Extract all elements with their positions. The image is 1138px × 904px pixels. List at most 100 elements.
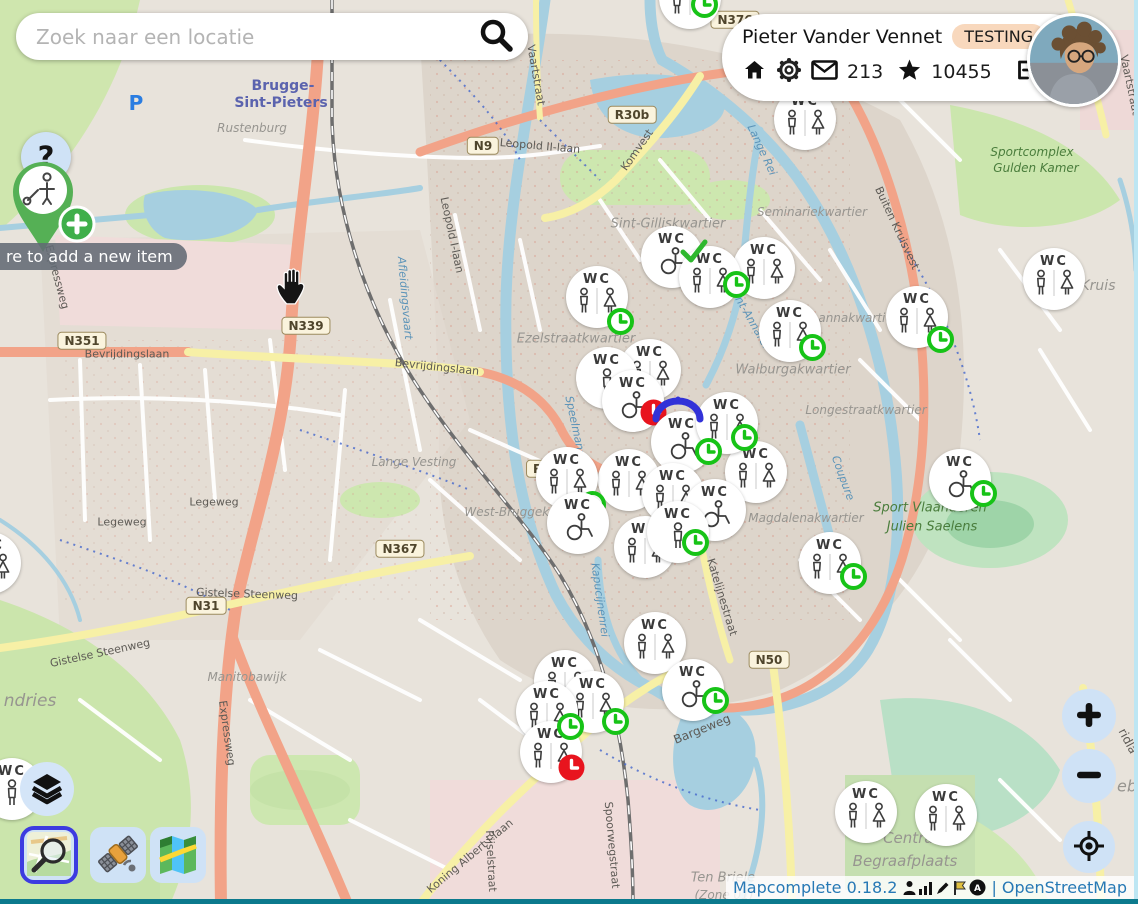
wheelchair-icon	[665, 432, 699, 460]
toilets-pair-icon	[0, 553, 12, 581]
app-version[interactable]: Mapcomplete 0.18.2	[733, 878, 897, 897]
bg-option-osm[interactable]	[20, 826, 78, 884]
road-badge: N50	[749, 651, 790, 669]
marker-label: WC	[619, 377, 647, 390]
toilets-pair-icon	[1032, 269, 1076, 297]
road-badge: N31	[186, 597, 227, 615]
map-marker-toilet[interactable]: WC	[547, 492, 609, 554]
bg-option-map[interactable]	[150, 827, 206, 883]
home-button[interactable]	[742, 58, 767, 85]
map-marker-toilet[interactable]: WC	[759, 300, 821, 362]
attribution-icons[interactable]: A	[902, 879, 986, 896]
edit-icon[interactable]	[935, 880, 951, 896]
marker-label: WC	[553, 454, 581, 467]
envelope-icon	[811, 60, 838, 83]
toilets-pair-icon	[668, 0, 712, 16]
marker-label: WC	[0, 539, 4, 552]
marker-label: WC	[852, 788, 880, 801]
road-badge: R30b	[608, 106, 657, 124]
map-marker-toilet[interactable]: WC	[647, 501, 709, 563]
map-marker-toilet[interactable]: WC	[733, 237, 795, 299]
toilets-pair-icon	[808, 553, 852, 581]
marker-label: WC	[641, 619, 669, 632]
map-marker-toilet[interactable]: WC	[679, 246, 741, 308]
home-icon	[742, 58, 767, 85]
map-marker-toilet[interactable]: WC	[662, 659, 724, 721]
hand-cursor-icon	[274, 266, 310, 306]
marker-label: WC	[658, 233, 686, 246]
folded-map-icon	[156, 832, 200, 879]
marker-label: WC	[533, 688, 561, 701]
marker-label: WC	[583, 273, 611, 286]
road-badge: N9	[467, 137, 499, 155]
toilets-pair-icon	[844, 802, 888, 830]
crosshair-icon	[1072, 829, 1106, 866]
minus-icon	[1073, 759, 1105, 794]
zoom-in-button[interactable]	[1062, 689, 1116, 743]
attribution-separator: |	[991, 878, 996, 897]
marker-label: WC	[696, 253, 724, 266]
road-badge: N367	[375, 540, 424, 558]
avatar[interactable]	[1027, 13, 1121, 107]
search-icon	[478, 17, 514, 56]
map-marker-toilet[interactable]: WC	[915, 784, 977, 846]
zoom-out-button[interactable]	[1062, 749, 1116, 803]
map-marker-toilet[interactable]: WC	[835, 781, 897, 843]
toilets-pair-icon	[529, 742, 573, 770]
marker-label: WC	[636, 346, 664, 359]
map-marker-toilet[interactable]: WC	[566, 266, 628, 328]
license-icon[interactable]: A	[969, 879, 986, 896]
toilets-pair-icon	[783, 109, 827, 137]
map-marker-toilet[interactable]: WC	[696, 392, 758, 454]
toilets-pair-icon	[734, 462, 778, 490]
user-name[interactable]: Pieter Vander Vennet	[742, 26, 942, 48]
svg-text:A: A	[975, 884, 982, 894]
toilets-pair-icon	[768, 321, 812, 349]
toilets-pair-icon	[688, 267, 732, 295]
plus-icon	[1073, 699, 1105, 734]
search-input[interactable]	[16, 25, 478, 49]
attribution-bar: Mapcomplete 0.18.2 A | OpenStreetMap	[726, 876, 1134, 899]
settings-button[interactable]	[776, 57, 802, 86]
marker-label: WC	[742, 448, 770, 461]
toilets-pair-icon	[924, 805, 968, 833]
direction-arc	[652, 393, 704, 423]
map-marker-toilet[interactable]: WC	[929, 449, 991, 511]
marker-label: WC	[537, 728, 565, 741]
map-marker-toilet[interactable]: WC	[1023, 248, 1085, 310]
add-item-pin[interactable]	[6, 160, 98, 256]
toilet-person-icon	[2, 779, 22, 807]
wheelchair-icon	[561, 513, 595, 541]
road-badge: N339	[281, 317, 330, 335]
marker-label: WC	[713, 399, 741, 412]
user-icon[interactable]	[902, 880, 917, 896]
toilets-pair-icon	[575, 287, 619, 315]
toilets-pair-icon	[705, 413, 749, 441]
marker-label: WC	[593, 354, 621, 367]
map-marker-toilet[interactable]: WC	[886, 286, 948, 348]
toilet-person-icon	[668, 522, 688, 550]
search-button[interactable]	[478, 17, 528, 56]
messages-count: 213	[847, 61, 883, 83]
marker-label: WC	[615, 456, 643, 469]
locate-button[interactable]	[1063, 821, 1115, 873]
marker-label: WC	[564, 499, 592, 512]
road-badge: N351	[57, 332, 106, 350]
layers-button[interactable]	[20, 762, 74, 816]
map-marker-toilet[interactable]: WC	[799, 532, 861, 594]
osm-link[interactable]: OpenStreetMap	[1002, 878, 1127, 897]
messages-button[interactable]	[811, 60, 838, 83]
map-marker-toilet[interactable]: WC	[520, 721, 582, 783]
marker-label: WC	[816, 539, 844, 552]
flag-icon[interactable]	[952, 880, 968, 896]
marker-label: WC	[679, 666, 707, 679]
osm-map-icon	[27, 832, 71, 879]
marker-label: WC	[579, 678, 607, 691]
stats-icon[interactable]	[918, 880, 934, 896]
marker-label: WC	[946, 456, 974, 469]
bg-option-satellite[interactable]	[90, 827, 146, 883]
star-icon	[897, 58, 922, 86]
wheelchair-icon	[676, 680, 710, 708]
marker-label: WC	[776, 307, 804, 320]
satellite-icon	[96, 832, 140, 879]
